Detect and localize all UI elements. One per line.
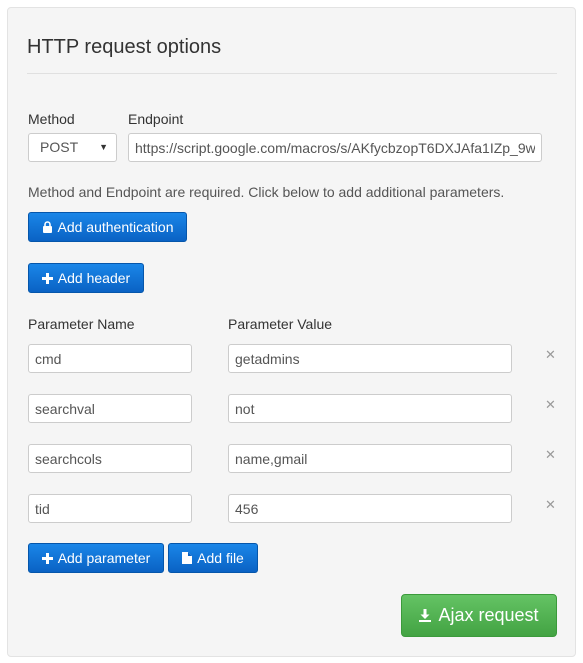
parameter-value-input[interactable] <box>228 344 512 373</box>
add-authentication-label: Add authentication <box>57 219 174 235</box>
remove-icon[interactable]: ✕ <box>545 498 556 512</box>
ajax-request-button[interactable]: Ajax request <box>401 594 557 637</box>
method-label: Method <box>28 111 75 127</box>
add-authentication-button[interactable]: Add authentication <box>28 212 187 242</box>
parameter-name-header: Parameter Name <box>28 316 135 332</box>
parameter-name-input[interactable] <box>28 394 192 423</box>
remove-icon[interactable]: ✕ <box>545 348 556 362</box>
remove-icon[interactable]: ✕ <box>545 448 556 462</box>
title-divider <box>27 73 557 74</box>
add-parameter-button[interactable]: Add parameter <box>28 543 164 573</box>
parameter-name-input[interactable] <box>28 444 192 473</box>
method-select-value: POST <box>40 139 79 155</box>
plus-icon <box>41 552 53 564</box>
request-options-panel: HTTP request options Method Endpoint POS… <box>7 7 576 657</box>
parameter-name-input[interactable] <box>28 344 192 373</box>
parameter-value-input[interactable] <box>228 444 512 473</box>
help-text: Method and Endpoint are required. Click … <box>28 184 505 200</box>
endpoint-label: Endpoint <box>128 111 184 127</box>
parameter-value-header: Parameter Value <box>228 316 333 332</box>
add-file-button[interactable]: Add file <box>168 543 258 573</box>
ajax-request-label: Ajax request <box>438 605 539 625</box>
page-title: HTTP request options <box>27 36 222 58</box>
add-file-label: Add file <box>197 550 244 566</box>
method-select[interactable]: POST ▼ <box>28 133 117 162</box>
add-header-label: Add header <box>57 270 131 286</box>
plus-icon <box>41 272 53 284</box>
endpoint-input[interactable] <box>128 133 542 162</box>
parameter-name-input[interactable] <box>28 494 192 523</box>
parameter-value-input[interactable] <box>228 494 512 523</box>
lock-icon <box>42 221 53 233</box>
add-header-button[interactable]: Add header <box>28 263 144 293</box>
remove-icon[interactable]: ✕ <box>545 398 556 412</box>
download-icon <box>419 609 432 622</box>
file-icon <box>182 552 193 564</box>
add-parameter-label: Add parameter <box>57 550 151 566</box>
chevron-down-icon: ▼ <box>99 142 108 152</box>
parameter-value-input[interactable] <box>228 394 512 423</box>
